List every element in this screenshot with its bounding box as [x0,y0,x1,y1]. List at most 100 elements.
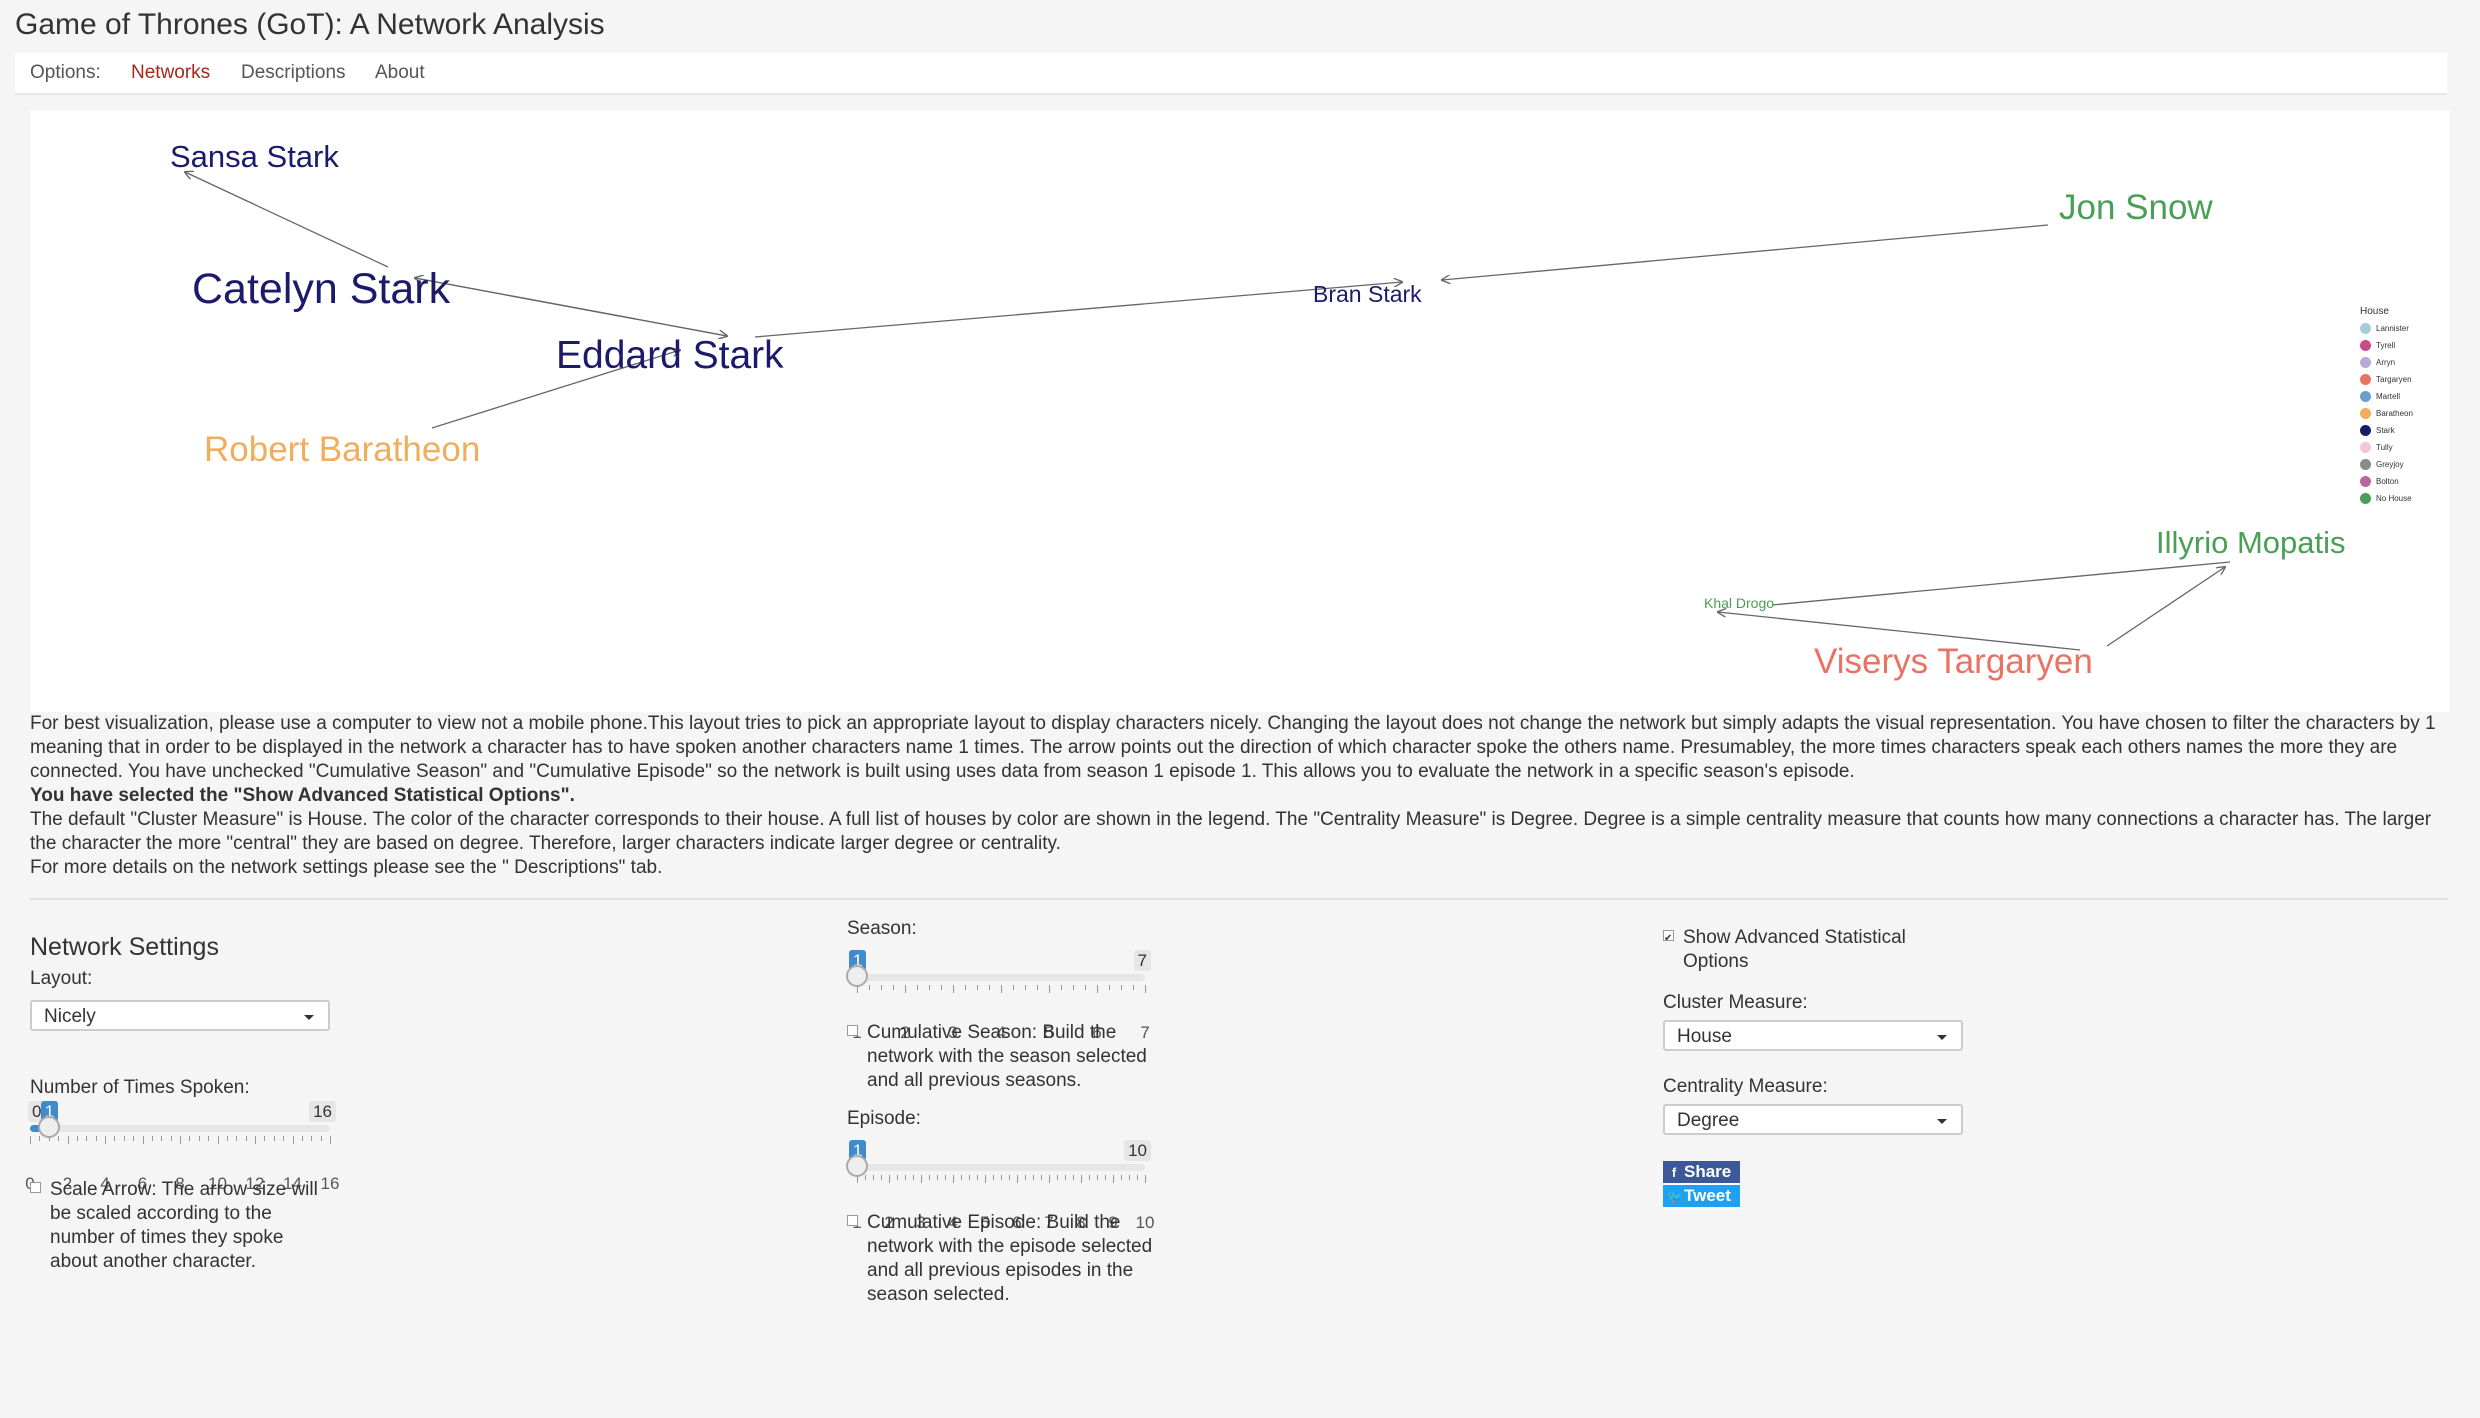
legend-color-swatch [2360,425,2371,436]
legend-color-swatch [2360,442,2371,453]
slider-tick [1105,1175,1106,1180]
slider-tick [236,1136,238,1141]
season-slider[interactable]: 1 7 1234567 [846,950,1151,1042]
slider-tick [1037,985,1038,990]
network-graph[interactable]: Sansa Stark Catelyn Stark Eddard Stark R… [30,110,2450,712]
slider-tick [965,985,966,990]
cumulative-episode-text: Cumulative Episode: Build the network wi… [867,1212,1153,1305]
slider-tick [58,1136,60,1141]
slider-tick [189,1136,191,1141]
scale-arrow-text: Scale Arrow: The arrow size will be scal… [50,1179,318,1272]
slider-tick [123,1136,125,1141]
slider-ticks: 12345678910 [852,1175,1154,1232]
node-eddard-stark[interactable]: Eddard Stark [556,336,784,375]
slider-tick [151,1136,153,1141]
cumulative-episode-checkbox[interactable] [847,1215,858,1226]
times-spoken-label: Number of Times Spoken: [30,1077,250,1098]
slider-tick [1049,1175,1050,1183]
episode-slider[interactable]: 1 10 12345678910 [846,1140,1154,1232]
info-paragraph-3: For more details on the network settings… [30,857,663,878]
season-label: Season: [847,918,917,939]
slider-tick [1025,1175,1026,1180]
legend-item: Martell [2360,388,2413,405]
legend-item: Greyjoy [2360,456,2413,473]
facebook-share-button[interactable]: f Share [1663,1161,1740,1183]
house-legend: House Lannister Tyrell Arryn Targaryen Martel… [2360,306,2413,507]
slider-tick [311,1136,313,1141]
node-sansa-stark[interactable]: Sansa Stark [170,141,339,172]
slider-tick [273,1136,275,1141]
twitter-share-button[interactable]: 🐦Tweet [1663,1185,1740,1207]
slider-tick [39,1136,41,1141]
legend-label: Tully [2376,443,2393,452]
cumulative-season-checkbox[interactable] [847,1025,858,1036]
slider-tick [1061,985,1062,990]
info-paragraph-2: The default "Cluster Measure" is House. … [30,809,2432,854]
centrality-select[interactable]: Degree [1663,1104,1963,1135]
legend-label: Arryn [2376,358,2396,367]
slider-tick [1001,985,1002,993]
chevron-down-icon [304,1015,314,1020]
legend-color-swatch [2360,408,2371,419]
share-buttons: f Share 🐦Tweet [1663,1161,1740,1209]
slider-tick [30,1136,31,1144]
node-illyrio-mopatis[interactable]: Illyrio Mopatis [2156,527,2346,558]
legend-color-swatch [2360,374,2371,385]
slider-tick [873,1175,874,1180]
tab-descriptions[interactable]: Descriptions [241,62,346,84]
node-jon-snow[interactable]: Jon Snow [2059,190,2213,225]
centrality-label: Centrality Measure: [1663,1076,1828,1097]
slider-tick [941,985,942,990]
slider-tick [881,1175,882,1180]
slider-tick [76,1136,78,1141]
tab-networks[interactable]: Networks [131,62,210,84]
slider-tick [245,1136,247,1141]
slider-tick [1065,1175,1066,1180]
slider-tick [1109,985,1110,990]
cluster-select[interactable]: House [1663,1020,1963,1051]
slider-handle[interactable] [846,1155,868,1177]
node-khal-drogo[interactable]: Khal Drogo [1704,596,1774,610]
slider-tick [1097,985,1098,993]
slider-tick [283,1136,285,1141]
node-bran-stark[interactable]: Bran Stark [1313,283,1422,306]
tab-about[interactable]: About [375,62,425,84]
edge-eddard-catelyn [415,278,728,337]
slider-tick [977,985,978,990]
node-catelyn-stark[interactable]: Catelyn Stark [192,268,450,311]
page-title: Game of Thrones (GoT): A Network Analysi… [15,8,605,41]
scale-arrow-checkbox[interactable] [30,1182,41,1193]
slider-tick [170,1136,172,1141]
slider-handle[interactable] [846,965,868,987]
edge-eddard-bran [754,282,1402,338]
node-robert-baratheon[interactable]: Robert Baratheon [204,432,480,467]
slider-tick [961,1175,962,1180]
legend-color-swatch [2360,340,2371,351]
slider-track [30,1125,330,1132]
slider-tick [301,1136,303,1141]
node-viserys-targaryen[interactable]: Viserys Targaryen [1814,644,2093,679]
advanced-checkbox[interactable] [1663,927,1674,951]
slider-tick [1073,985,1074,990]
layout-select[interactable]: Nicely [30,1000,330,1031]
slider-tick [208,1136,210,1141]
slider-tick [217,1136,219,1144]
slider-tick [1121,1175,1122,1180]
legend-color-swatch [2360,391,2371,402]
times-spoken-slider[interactable]: 0 1 16 0246810121416 [25,1101,339,1193]
slider-tick [1137,1175,1138,1180]
slider-tick [133,1136,135,1141]
cluster-value: House [1677,1026,1732,1047]
slider-tick [1085,985,1086,990]
slider-handle[interactable] [37,1116,60,1138]
legend-item: No House [2360,490,2413,507]
twitter-share-label: Tweet [1684,1186,1731,1205]
slider-tick [917,985,918,990]
legend-color-swatch [2360,357,2371,368]
slider-tick [1145,985,1146,993]
edge-catelyn-sansa [185,172,389,268]
legend-color-swatch [2360,493,2371,504]
slider-tick [1081,1175,1082,1183]
advanced-option: Show Advanced Statistical Options [1663,926,1943,974]
legend-color-swatch [2360,476,2371,487]
